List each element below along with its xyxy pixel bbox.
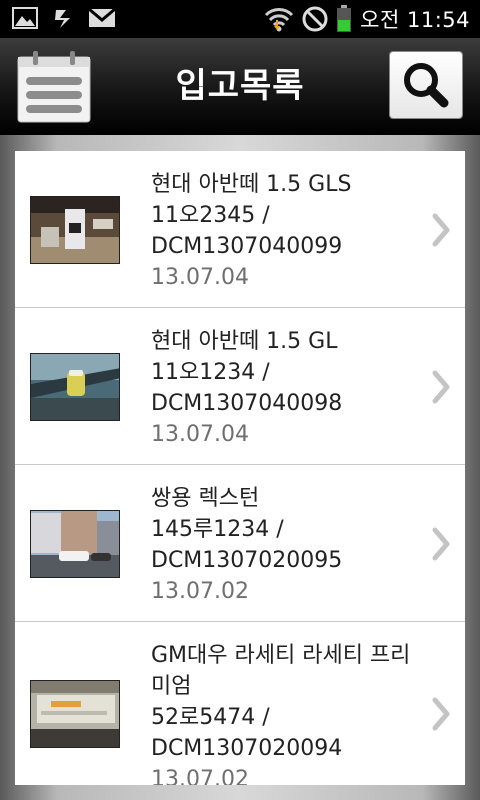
vehicle-model: 쌍용 렉스턴 <box>151 486 260 511</box>
item-date: 13.07.02 <box>151 579 249 604</box>
chevron-right-icon <box>432 213 450 247</box>
status-time: 오전 11:54 <box>360 8 470 32</box>
inventory-list: 현대 아반떼 1.5 GLS 11오2345 / DCM1307040099 1… <box>15 151 465 785</box>
plate-number: 11오2345 / <box>151 203 270 228</box>
notepad-icon <box>17 51 91 123</box>
wifi-icon <box>265 8 294 32</box>
list-item[interactable]: GM대우 라세티 라세티 프리미엄 52로5474 / DCM130702009… <box>15 622 465 785</box>
search-icon <box>404 63 449 108</box>
list-item[interactable]: 현대 아반떼 1.5 GL 11오1234 / DCM1307040098 13… <box>15 308 465 465</box>
plate-number: 52로5474 / <box>151 705 270 730</box>
item-details: 현대 아반떼 1.5 GL 11오1234 / DCM1307040098 13… <box>151 326 421 450</box>
item-date: 13.07.04 <box>151 422 249 447</box>
plate-number: 11오1234 / <box>151 360 270 385</box>
list-item[interactable]: 쌍용 렉스턴 145루1234 / DCM1307020095 13.07.02 <box>15 465 465 622</box>
vehicle-photo <box>30 353 120 421</box>
vehicle-model: 현대 아반떼 1.5 GL <box>151 329 338 354</box>
document-code: DCM1307020095 <box>151 548 343 573</box>
vehicle-photo <box>30 680 120 748</box>
search-button[interactable] <box>390 52 462 118</box>
gallery-icon <box>12 7 38 29</box>
item-details: GM대우 라세티 라세티 프리미엄 52로5474 / DCM130702009… <box>151 640 421 785</box>
document-code: DCM1307020094 <box>151 736 343 761</box>
status-bar: 오전 11:54 <box>0 0 480 38</box>
chevron-right-icon <box>432 527 450 561</box>
item-date: 13.07.04 <box>151 265 249 290</box>
document-code: DCM1307040098 <box>151 391 343 416</box>
plate-number: 145루1234 / <box>151 517 284 542</box>
vehicle-model: GM대우 라세티 라세티 프리미엄 <box>151 643 411 699</box>
item-details: 쌍용 렉스턴 145루1234 / DCM1307020095 13.07.02 <box>151 483 421 607</box>
vehicle-model: 현대 아반떼 1.5 GLS <box>151 172 352 197</box>
chevron-right-icon <box>432 697 450 731</box>
item-date: 13.07.02 <box>151 767 249 785</box>
gmail-icon <box>88 7 116 27</box>
menu-button[interactable] <box>17 49 91 123</box>
vehicle-photo <box>30 510 120 578</box>
item-details: 현대 아반떼 1.5 GLS 11오2345 / DCM1307040099 1… <box>151 169 421 293</box>
list-item[interactable]: 현대 아반떼 1.5 GLS 11오2345 / DCM1307040099 1… <box>15 151 465 308</box>
battery-icon <box>337 5 352 32</box>
vehicle-photo <box>30 196 120 264</box>
document-code: DCM1307040099 <box>151 234 343 259</box>
app-header: 입고목록 <box>0 38 480 135</box>
usb-icon <box>55 10 70 28</box>
chevron-right-icon <box>432 370 450 404</box>
no-sound-icon <box>302 6 328 32</box>
